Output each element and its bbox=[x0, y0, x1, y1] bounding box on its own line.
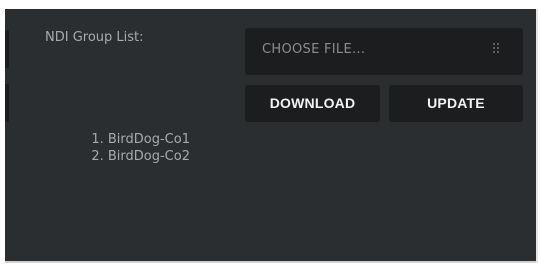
left-edge-tab-upper[interactable] bbox=[5, 30, 9, 68]
ndi-group-item: 1. BirdDog-Co1 bbox=[91, 132, 190, 147]
update-button[interactable]: UPDATE bbox=[389, 85, 523, 122]
panel-shadow-right bbox=[536, 9, 538, 263]
panel-shadow-bottom bbox=[5, 261, 536, 263]
download-button[interactable]: DOWNLOAD bbox=[245, 85, 380, 122]
ndi-group-list-label: NDI Group List: bbox=[45, 30, 144, 45]
left-edge-tab-lower[interactable] bbox=[5, 84, 9, 122]
choose-file-field[interactable]: CHOOSE FILE... bbox=[245, 28, 523, 75]
choose-file-placeholder: CHOOSE FILE... bbox=[262, 42, 366, 57]
ndi-group-item: 2. BirdDog-Co2 bbox=[91, 149, 190, 164]
grip-dots-icon bbox=[493, 43, 499, 53]
ndi-group-list: 1. BirdDog-Co1 2. BirdDog-Co2 bbox=[60, 131, 190, 165]
